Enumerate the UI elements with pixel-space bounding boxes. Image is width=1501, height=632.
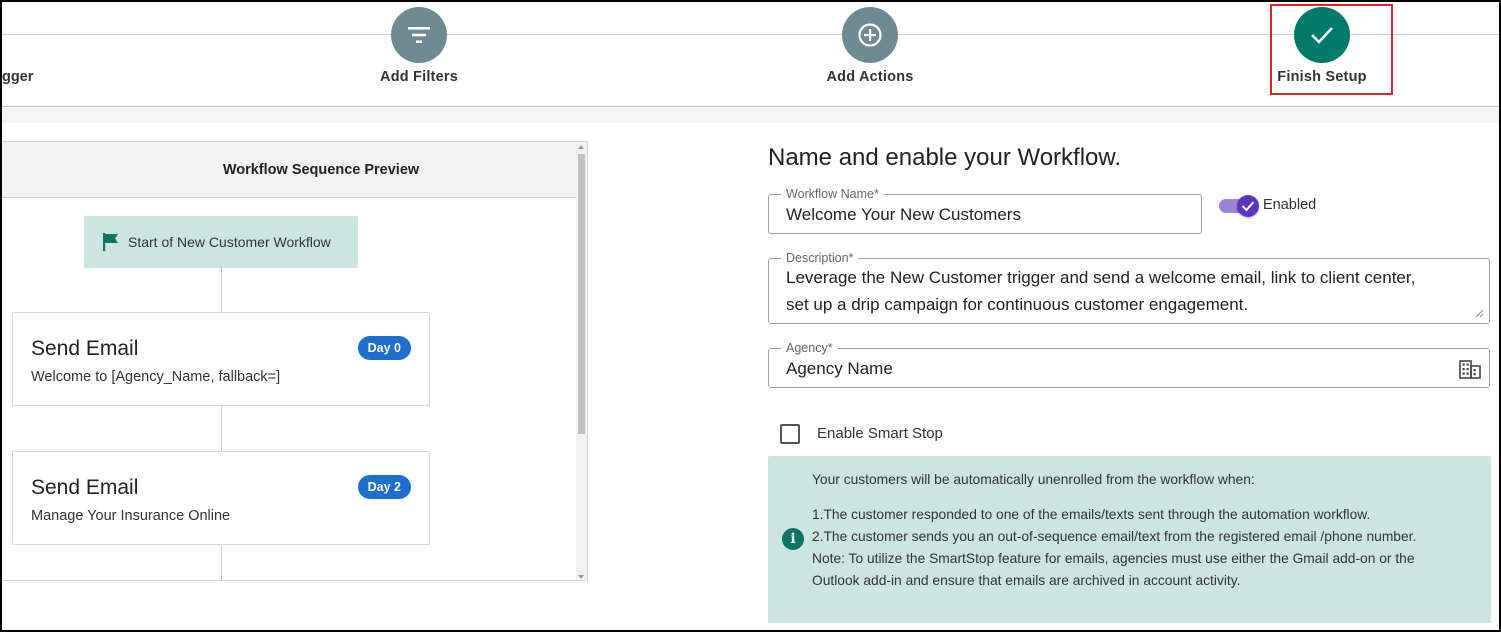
description-field[interactable]: Description* Leverage the New Customer t… bbox=[768, 251, 1490, 324]
info-line: 2.The customer sends you an out-of-seque… bbox=[812, 529, 1417, 544]
description-line: set up a drip campaign for continuous cu… bbox=[786, 295, 1249, 314]
field-value: Agency Name bbox=[786, 359, 893, 378]
flag-icon bbox=[103, 233, 118, 251]
start-node-label: Start of New Customer Workflow bbox=[128, 234, 331, 250]
scroll-down-icon[interactable] bbox=[578, 575, 584, 579]
smart-stop-label: Enable Smart Stop bbox=[817, 425, 943, 442]
filter-icon bbox=[391, 7, 447, 63]
step-add-actions[interactable]: Add Actions bbox=[790, 7, 950, 85]
smart-stop-info-box: i Your customers will be automatically u… bbox=[768, 456, 1491, 623]
scroll-up-icon[interactable] bbox=[578, 145, 584, 149]
step-add-filters[interactable]: Add Filters bbox=[339, 7, 499, 85]
connector-line bbox=[221, 406, 222, 451]
day-badge: Day 0 bbox=[357, 336, 411, 360]
email-step-card[interactable]: Send Email Welcome to [Agency_Name, fall… bbox=[12, 312, 430, 406]
preview-scrollbar[interactable] bbox=[576, 142, 587, 580]
connector-line bbox=[221, 268, 222, 312]
start-node[interactable]: Start of New Customer Workflow bbox=[84, 216, 358, 268]
field-label: Workflow Name* bbox=[781, 187, 884, 201]
setup-stepper: gger Add Filters Add Actions Finish Setu… bbox=[0, 0, 1501, 107]
step-label: Add Filters bbox=[380, 69, 458, 85]
plus-circle-icon bbox=[842, 7, 898, 63]
day-badge: Day 2 bbox=[357, 475, 411, 499]
connector-line bbox=[221, 545, 222, 580]
description-line: Leverage the New Customer trigger and se… bbox=[786, 268, 1416, 287]
step-label: Add Actions bbox=[826, 69, 914, 85]
resize-grip-icon[interactable] bbox=[1475, 309, 1484, 318]
field-label: Description* bbox=[781, 251, 859, 265]
card-title: Send Email bbox=[31, 476, 139, 499]
highlight-box bbox=[1270, 4, 1393, 95]
email-step-card[interactable]: Send Email Manage Your Insurance Online … bbox=[12, 451, 430, 545]
info-line: Note: To utilize the SmartStop feature f… bbox=[812, 551, 1415, 566]
info-line: Your customers will be automatically une… bbox=[812, 472, 1255, 487]
smart-stop-checkbox[interactable] bbox=[780, 424, 800, 444]
agency-field[interactable]: Agency* Agency Name bbox=[768, 341, 1490, 388]
field-value: Welcome Your New Customers bbox=[786, 205, 1021, 224]
form-title: Name and enable your Workflow. bbox=[768, 144, 1122, 171]
info-line: Outlook add-in and ensure that emails ar… bbox=[812, 573, 1241, 588]
check-icon bbox=[1237, 195, 1259, 217]
info-line: 1.The customer responded to one of the e… bbox=[812, 507, 1371, 522]
card-subtitle: Welcome to [Agency_Name, fallback=] bbox=[31, 369, 281, 385]
field-label: Agency* bbox=[781, 341, 838, 355]
card-subtitle: Manage Your Insurance Online bbox=[31, 508, 231, 524]
enabled-toggle[interactable] bbox=[1219, 194, 1261, 218]
scroll-thumb[interactable] bbox=[578, 154, 585, 434]
card-title: Send Email bbox=[31, 337, 139, 360]
content-band bbox=[0, 108, 1501, 123]
workflow-preview: Workflow Sequence Preview Start of New C… bbox=[0, 141, 588, 581]
building-icon[interactable] bbox=[1459, 359, 1481, 379]
workflow-name-field[interactable]: Workflow Name* Welcome Your New Customer… bbox=[768, 187, 1202, 234]
preview-header: Workflow Sequence Preview bbox=[0, 142, 576, 198]
enabled-label: Enabled bbox=[1263, 197, 1317, 213]
step-label-trigger[interactable]: gger bbox=[2, 69, 33, 85]
info-icon: i bbox=[782, 528, 804, 550]
